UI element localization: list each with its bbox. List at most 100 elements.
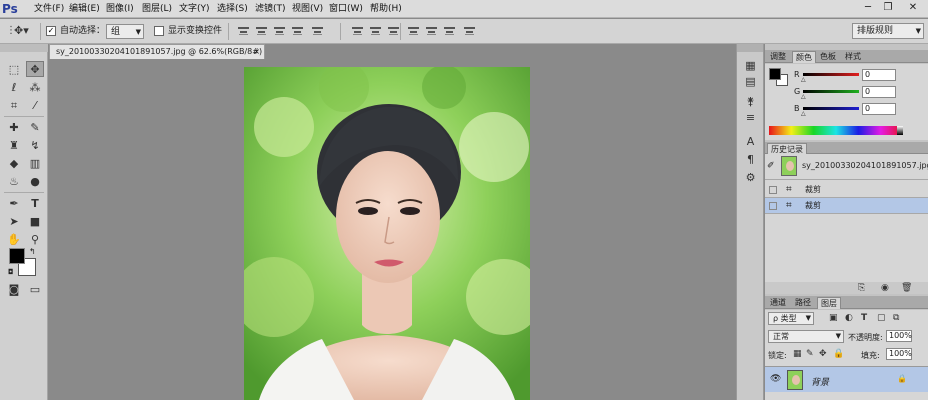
swap-colors-icon[interactable]: ↰: [29, 247, 36, 256]
path-selection-tool-icon[interactable]: ➤: [5, 214, 23, 230]
properties-panel-icon[interactable]: ≡: [742, 110, 759, 126]
channel-slider-handle[interactable]: △: [801, 110, 806, 117]
menu-item-0[interactable]: 文件(F): [34, 3, 64, 15]
align-distribute-icon-7[interactable]: [388, 26, 399, 36]
align-distribute-icon-10[interactable]: [444, 26, 455, 36]
minimize-button[interactable]: ─: [860, 1, 876, 15]
info-panel-icon[interactable]: ▦: [742, 58, 759, 74]
filter-type-icon[interactable]: T: [861, 312, 867, 324]
history-state-row[interactable]: ⌗ 裁剪: [765, 182, 928, 198]
fill-input[interactable]: 100%: [886, 348, 912, 360]
filter-pixel-icon[interactable]: ▣: [829, 312, 838, 324]
close-button[interactable]: ✕: [902, 1, 924, 15]
menu-item-9[interactable]: 帮助(H): [370, 3, 402, 15]
history-source-box[interactable]: [769, 202, 777, 210]
show-transform-checkbox[interactable]: [154, 26, 164, 36]
align-distribute-icon-9[interactable]: [426, 26, 437, 36]
move-tool-icon[interactable]: ✥: [26, 61, 44, 77]
history-source-box[interactable]: [769, 186, 777, 194]
black-white-ramp[interactable]: [897, 126, 903, 135]
opacity-input[interactable]: 100%: [886, 330, 912, 342]
crop-tool-icon[interactable]: ⌗: [5, 98, 23, 114]
filter-smart-object-icon[interactable]: ⧉: [893, 312, 899, 324]
history-state-row[interactable]: ⌗ 裁剪: [765, 198, 928, 214]
menu-item-5[interactable]: 选择(S): [217, 3, 248, 15]
channel-input-g[interactable]: 0: [862, 86, 896, 98]
align-distribute-icon-3[interactable]: [292, 26, 303, 36]
hand-tool-icon[interactable]: ✋: [5, 232, 23, 248]
color-spectrum-ramp[interactable]: [769, 126, 903, 135]
workspace-select[interactable]: 排版规则 ▼: [852, 23, 924, 39]
lock-pixels-icon[interactable]: ✎: [806, 348, 814, 360]
layer-visibility-eye-icon[interactable]: 👁: [770, 374, 781, 384]
clone-stamp-tool-icon[interactable]: ♜: [5, 138, 23, 154]
menu-item-6[interactable]: 滤镜(T): [255, 3, 286, 15]
align-distribute-icon-1[interactable]: [256, 26, 267, 36]
magic-wand-tool-icon[interactable]: ⁂: [26, 80, 44, 96]
channel-slider-handle[interactable]: △: [801, 76, 806, 83]
quick-mask-icon[interactable]: ◙: [5, 282, 23, 298]
history-snapshot-row[interactable]: ✐ sy_20100330204101891057.jpg: [765, 154, 928, 180]
auto-select-target-select[interactable]: 组 ▼: [106, 24, 144, 39]
restore-button[interactable]: ❐: [880, 1, 896, 15]
screen-mode-icon[interactable]: ▭: [26, 282, 44, 298]
healing-brush-tool-icon[interactable]: ✚: [5, 120, 23, 136]
document-tab[interactable]: sy_20100330204101891057.jpg @ 62.6%(RGB/…: [49, 44, 265, 59]
brush-presets-icon[interactable]: ⚵: [742, 94, 759, 110]
align-distribute-icon-5[interactable]: [352, 26, 363, 36]
character-panel-icon[interactable]: A: [742, 134, 759, 150]
navigator-panel-icon[interactable]: ▤: [742, 74, 759, 90]
tool-presets-icon[interactable]: ⚙: [742, 170, 759, 186]
eraser-tool-icon[interactable]: ◆: [5, 156, 23, 172]
history-brush-source-icon[interactable]: ✐: [767, 161, 775, 171]
foreground-color-swatch[interactable]: [9, 248, 25, 264]
rectangle-tool-icon[interactable]: ■: [26, 214, 44, 230]
move-tool-preset-icon[interactable]: ✥▾: [14, 25, 29, 37]
channel-slider-g[interactable]: [803, 90, 859, 93]
new-document-from-state-icon[interactable]: ⎘: [858, 282, 865, 294]
blend-mode-select[interactable]: 正常 ▼: [768, 330, 844, 343]
color-panel-tab-3[interactable]: 样式: [842, 51, 864, 63]
document-image[interactable]: [244, 67, 530, 400]
menu-item-1[interactable]: 编辑(E): [69, 3, 100, 15]
align-distribute-icon-6[interactable]: [370, 26, 381, 36]
layers-panel-tab-1[interactable]: 路径: [792, 297, 814, 309]
menu-item-2[interactable]: 图像(I): [106, 3, 134, 15]
channel-input-b[interactable]: 0: [862, 103, 896, 115]
align-distribute-icon-2[interactable]: [274, 26, 285, 36]
filter-adjustment-icon[interactable]: ◐: [845, 312, 853, 324]
layers-panel-tab-0[interactable]: 通道: [767, 297, 789, 309]
align-distribute-icon-8[interactable]: [408, 26, 419, 36]
paragraph-panel-icon[interactable]: ¶: [742, 152, 759, 168]
zoom-tool-icon[interactable]: ⚲: [26, 232, 44, 248]
lock-position-icon[interactable]: ✥: [819, 348, 827, 360]
marquee-tool-icon[interactable]: ⬚: [5, 62, 23, 78]
color-panel-tab-2[interactable]: 色板: [817, 51, 839, 63]
delete-state-icon[interactable]: 🗑: [901, 282, 912, 294]
lasso-tool-icon[interactable]: ℓ: [5, 80, 23, 96]
color-panel-foreground-swatch[interactable]: [769, 68, 781, 80]
default-colors-icon[interactable]: ◘: [8, 268, 14, 276]
align-distribute-icon-11[interactable]: [464, 26, 475, 36]
pen-tool-icon[interactable]: ✒: [5, 196, 23, 212]
menu-item-3[interactable]: 图层(L): [142, 3, 172, 15]
blur-tool-icon[interactable]: ♨: [5, 174, 23, 190]
type-tool-icon[interactable]: T: [26, 196, 44, 212]
layer-filter-select[interactable]: ρ 类型 ▼: [768, 312, 814, 325]
filter-shape-icon[interactable]: ▢: [877, 312, 886, 324]
lock-all-icon[interactable]: 🔒: [833, 348, 844, 360]
close-tab-icon[interactable]: ×: [253, 45, 260, 58]
lock-transparent-icon[interactable]: ▦: [793, 348, 802, 360]
dodge-tool-icon[interactable]: ●: [26, 174, 44, 190]
channel-slider-handle[interactable]: △: [801, 93, 806, 100]
color-panel-tab-1[interactable]: 颜色: [792, 51, 816, 63]
layer-row-background[interactable]: 👁 背景 🔒: [765, 366, 928, 392]
align-distribute-icon-4[interactable]: [312, 26, 323, 36]
new-snapshot-icon[interactable]: ◉: [881, 282, 889, 294]
layers-panel-tab-2[interactable]: 图层: [817, 297, 841, 309]
brush-tool-icon[interactable]: ✎: [26, 120, 44, 136]
menu-item-7[interactable]: 视图(V): [292, 3, 323, 15]
color-panel-tab-0[interactable]: 调整: [767, 51, 789, 63]
eyedropper-tool-icon[interactable]: ⁄: [26, 98, 44, 114]
channel-slider-b[interactable]: [803, 107, 859, 110]
